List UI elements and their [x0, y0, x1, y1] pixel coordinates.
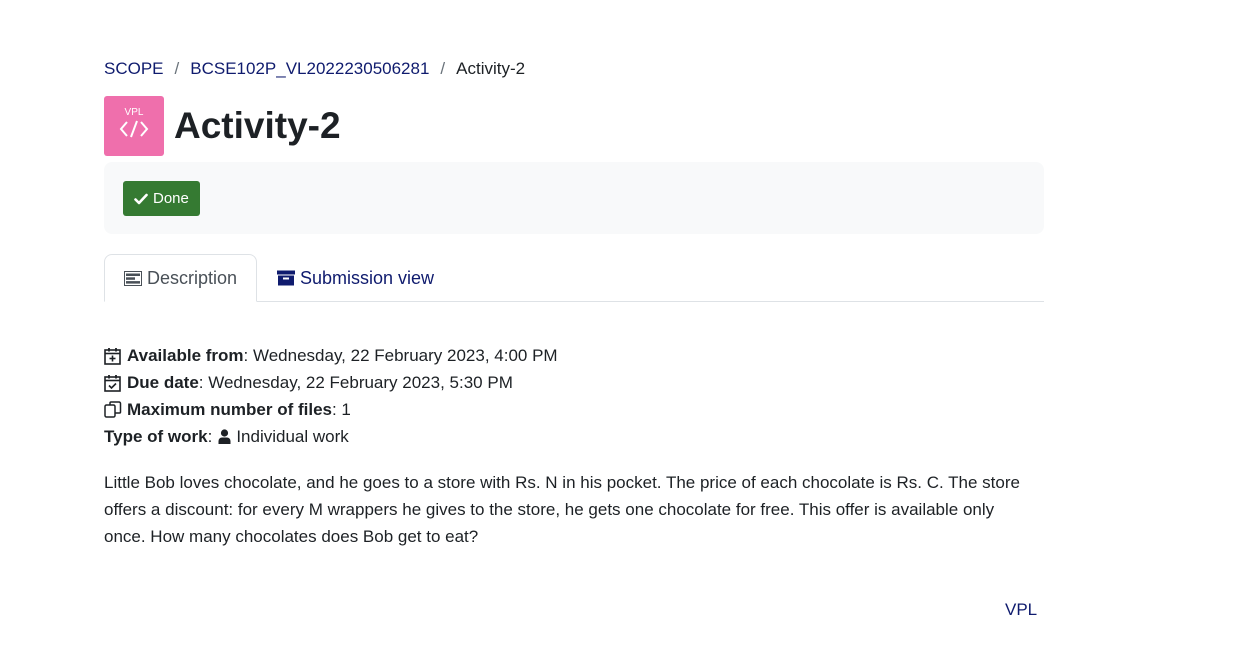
work-type-row: Type of work : Individual work	[104, 423, 558, 450]
max-files-label: Maximum number of files	[127, 400, 332, 419]
user-icon	[218, 429, 231, 444]
max-files-value: : 1	[331, 400, 351, 419]
vpl-icon-label: VPL	[124, 107, 144, 118]
breadcrumb-separator: /	[440, 59, 446, 78]
work-type-label: Type of work	[104, 427, 208, 446]
vpl-activity-icon: VPL	[104, 96, 164, 156]
due-date-row: Due date : Wednesday, 22 February 2023, …	[104, 369, 558, 396]
done-label: Done	[153, 190, 189, 207]
activity-description: Little Bob loves chocolate, and he goes …	[104, 473, 1020, 546]
work-type-value: Individual work	[236, 427, 349, 446]
breadcrumb-separator: /	[174, 59, 180, 78]
tab-submission-view[interactable]: Submission view	[277, 254, 434, 302]
page: SCOPE / BCSE102P_VL2022230506281 / Activ…	[0, 0, 1252, 660]
page-header: VPL Activity-2	[104, 96, 341, 156]
calendar-check-icon	[104, 374, 122, 392]
breadcrumb: SCOPE / BCSE102P_VL2022230506281 / Activ…	[104, 58, 525, 80]
breadcrumb-link-scope[interactable]: SCOPE	[104, 58, 164, 80]
max-files-row: Maximum number of files : 1	[104, 396, 558, 423]
calendar-plus-icon	[104, 347, 122, 365]
archive-icon	[277, 270, 295, 286]
work-type-separator: :	[207, 427, 213, 446]
due-date-label: Due date	[127, 373, 199, 392]
completion-panel: Done	[104, 162, 1044, 234]
footer-vpl-link[interactable]: VPL	[1005, 600, 1037, 620]
tab-description[interactable]: Description	[104, 254, 257, 302]
done-button[interactable]: Done	[123, 181, 200, 216]
breadcrumb-link-course[interactable]: BCSE102P_VL2022230506281	[190, 58, 429, 80]
page-title: Activity-2	[174, 105, 341, 146]
check-icon	[134, 193, 148, 205]
available-from-row: Available from : Wednesday, 22 February …	[104, 342, 558, 369]
code-icon	[119, 120, 149, 138]
list-icon	[124, 270, 142, 286]
available-from-label: Available from	[127, 346, 244, 365]
breadcrumb-current: Activity-2	[456, 59, 526, 78]
copy-files-icon	[104, 401, 122, 418]
tab-submission-view-label: Submission view	[300, 267, 435, 288]
tab-description-label: Description	[147, 267, 238, 288]
activity-details: Available from : Wednesday, 22 February …	[104, 342, 558, 450]
available-from-value: : Wednesday, 22 February 2023, 4:00 PM	[243, 346, 558, 365]
tab-bar: Description Submission view	[104, 254, 1044, 302]
due-date-value: : Wednesday, 22 February 2023, 5:30 PM	[198, 373, 513, 392]
